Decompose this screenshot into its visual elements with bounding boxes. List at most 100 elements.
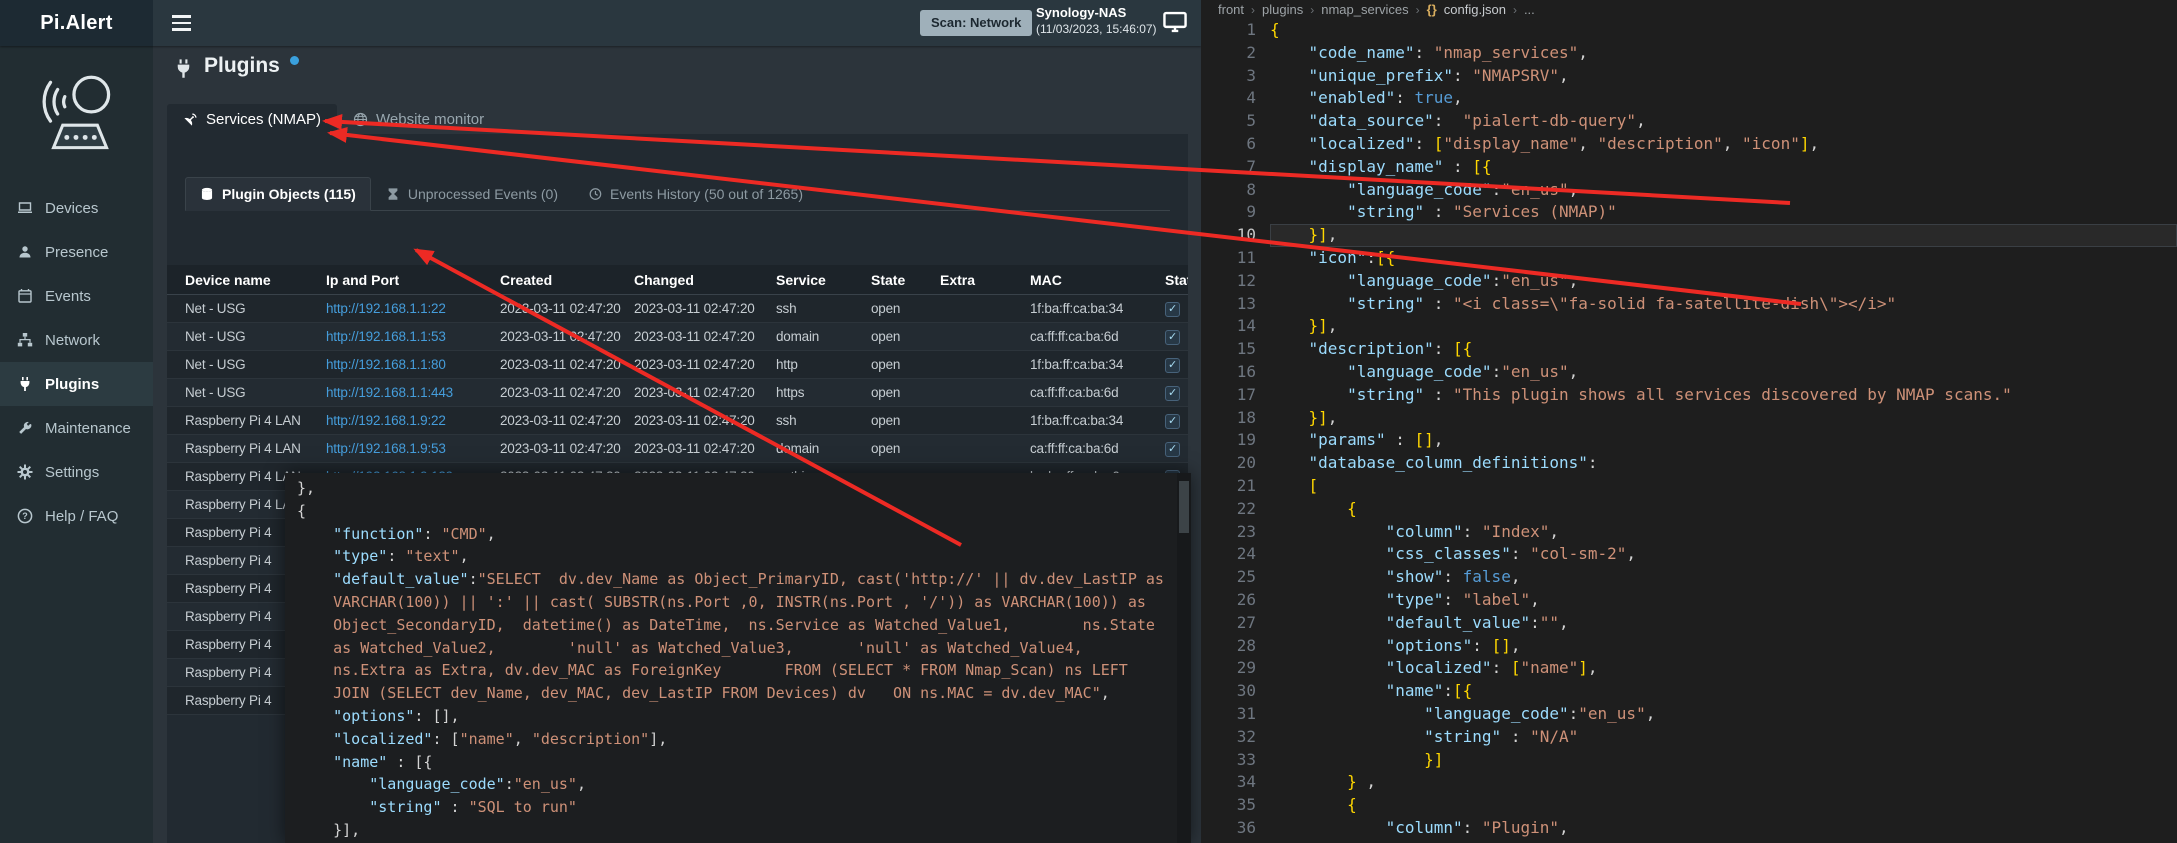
- ip-port-link[interactable]: http://192.168.1.1:443: [326, 385, 453, 400]
- col-state[interactable]: State: [866, 272, 935, 288]
- sidebar-item-label: Devices: [45, 200, 98, 217]
- breadcrumb-symbol[interactable]: ...: [1524, 2, 1535, 17]
- gear-icon: [17, 464, 33, 480]
- created-cell: 2023-03-11 02:47:20: [494, 413, 628, 428]
- mac-cell: 1f:ba:ff:ca:ba:34: [1022, 301, 1160, 316]
- chevron-right-icon: ›: [1513, 3, 1517, 17]
- pialert-logo-graphic: [24, 70, 130, 162]
- status-checkbox[interactable]: ✓: [1165, 302, 1180, 317]
- tab-label: Services (NMAP): [206, 111, 321, 128]
- globe-icon: [353, 112, 368, 127]
- sidebar-item-label: Events: [45, 288, 91, 305]
- changed-cell: 2023-03-11 02:47:20: [628, 301, 771, 316]
- tab-plugin-objects[interactable]: Plugin Objects (115): [185, 177, 371, 211]
- device-monitor-icon[interactable]: [1162, 9, 1190, 37]
- svg-text:?: ?: [22, 511, 28, 521]
- sidebar-item-network[interactable]: Network: [0, 318, 153, 362]
- plug-icon: [17, 376, 33, 392]
- col-mac[interactable]: MAC: [1022, 272, 1160, 288]
- sidebar-item-label: Settings: [45, 464, 99, 481]
- table-row: Net - USG http://192.168.1.1:80 2023-03-…: [167, 351, 1188, 379]
- hourglass-icon: [386, 187, 400, 201]
- service-cell: https: [771, 385, 866, 400]
- ip-port-link[interactable]: http://192.168.1.1:22: [326, 301, 446, 316]
- breadcrumb[interactable]: front › plugins › nmap_services › {} con…: [1218, 0, 1535, 19]
- sidebar-item-help-faq[interactable]: ? Help / FAQ: [0, 494, 153, 538]
- created-cell: 2023-03-11 02:47:20: [494, 301, 628, 316]
- devices-icon: [17, 200, 33, 216]
- user-icon: [17, 244, 33, 260]
- status-checkbox[interactable]: ✓: [1165, 330, 1180, 345]
- tab-website-monitor[interactable]: Website monitor: [337, 104, 500, 134]
- breadcrumb-item[interactable]: front: [1218, 2, 1244, 17]
- ip-port-link[interactable]: http://192.168.1.1:80: [326, 357, 446, 372]
- host-name: Synology-NAS: [1036, 5, 1157, 20]
- sidebar-item-maintenance[interactable]: Maintenance: [0, 406, 153, 450]
- database-icon: [200, 187, 214, 201]
- app-logo[interactable]: Pi.Alert: [0, 0, 153, 46]
- created-cell: 2023-03-11 02:47:20: [494, 441, 628, 456]
- sidebar-item-plugins[interactable]: Plugins: [0, 362, 153, 406]
- tab-label: Website monitor: [376, 111, 484, 128]
- service-cell: http: [771, 357, 866, 372]
- popup-scrollbar[interactable]: [1177, 473, 1191, 843]
- page-title: Plugins: [204, 54, 280, 78]
- col-service[interactable]: Service: [771, 272, 866, 288]
- col-changed[interactable]: Changed: [628, 272, 771, 288]
- mac-cell: 1f:ba:ff:ca:ba:34: [1022, 357, 1160, 372]
- popup-code-content: },{ "function": "CMD", "type": "text", "…: [297, 477, 1173, 843]
- col-device-name[interactable]: Device name: [167, 272, 320, 288]
- sidebar-item-settings[interactable]: Settings: [0, 450, 153, 494]
- calendar-icon: [17, 288, 33, 304]
- breadcrumb-filename[interactable]: config.json: [1444, 2, 1506, 17]
- host-timestamp: (11/03/2023, 15:46:07): [1036, 22, 1157, 36]
- chevron-right-icon: ›: [1251, 3, 1255, 17]
- col-created[interactable]: Created: [494, 272, 628, 288]
- breadcrumb-item[interactable]: plugins: [1262, 2, 1303, 17]
- tab-label: Events History (50 out of 1265): [610, 186, 803, 202]
- state-cell: open: [866, 301, 935, 316]
- device-name-cell: Net - USG: [167, 357, 320, 372]
- ip-port-link[interactable]: http://192.168.1.9:22: [326, 413, 446, 428]
- plugin-tabs: Services (NMAP) Website monitor: [167, 104, 500, 134]
- json-file-icon: {}: [1427, 2, 1437, 17]
- satellite-dish-icon: [183, 112, 198, 127]
- device-name-cell: Net - USG: [167, 385, 320, 400]
- pialert-window: Pi.Alert Scan: Network Synology-NAS (11/…: [0, 0, 1201, 843]
- mac-cell: ca:ff:ff:ca:ba:6d: [1022, 385, 1160, 400]
- service-cell: domain: [771, 441, 866, 456]
- ip-port-link[interactable]: http://192.168.1.1:53: [326, 329, 446, 344]
- col-status[interactable]: Status: [1160, 272, 1188, 288]
- col-ip-port[interactable]: Ip and Port: [320, 272, 494, 288]
- status-checkbox[interactable]: ✓: [1165, 414, 1180, 429]
- sidebar-item-devices[interactable]: Devices: [0, 186, 153, 230]
- history-clock-icon: [588, 187, 602, 201]
- chevron-right-icon: ›: [1310, 3, 1314, 17]
- code-content[interactable]: { "code_name": "nmap_services", "unique_…: [1270, 19, 2177, 843]
- sidebar-item-presence[interactable]: Presence: [0, 230, 153, 274]
- service-cell: ssh: [771, 301, 866, 316]
- tab-services-nmap[interactable]: Services (NMAP): [167, 104, 337, 134]
- help-dot-badge[interactable]: [290, 56, 299, 65]
- service-cell: domain: [771, 329, 866, 344]
- ip-port-link[interactable]: http://192.168.1.9:53: [326, 441, 446, 456]
- popup-scrollbar-thumb[interactable]: [1179, 481, 1189, 533]
- device-name-cell: Raspberry Pi 4 LAN: [167, 441, 320, 456]
- created-cell: 2023-03-11 02:47:20: [494, 329, 628, 344]
- sidebar-item-events[interactable]: Events: [0, 274, 153, 318]
- status-checkbox[interactable]: ✓: [1165, 386, 1180, 401]
- created-cell: 2023-03-11 02:47:20: [494, 357, 628, 372]
- sidebar-item-label: Maintenance: [45, 420, 131, 437]
- tab-events-history[interactable]: Events History (50 out of 1265): [573, 177, 818, 211]
- status-checkbox[interactable]: ✓: [1165, 442, 1180, 457]
- status-checkbox[interactable]: ✓: [1165, 358, 1180, 373]
- page-header: Plugins: [173, 54, 299, 79]
- question-circle-icon: ?: [17, 508, 33, 524]
- hamburger-menu-icon[interactable]: [158, 0, 204, 46]
- col-extra[interactable]: Extra: [935, 272, 1022, 288]
- breadcrumb-item[interactable]: nmap_services: [1321, 2, 1408, 17]
- code-popup-panel: },{ "function": "CMD", "type": "text", "…: [285, 473, 1191, 843]
- tab-label: Unprocessed Events (0): [408, 186, 558, 202]
- tab-unprocessed-events[interactable]: Unprocessed Events (0): [371, 177, 573, 211]
- changed-cell: 2023-03-11 02:47:20: [628, 329, 771, 344]
